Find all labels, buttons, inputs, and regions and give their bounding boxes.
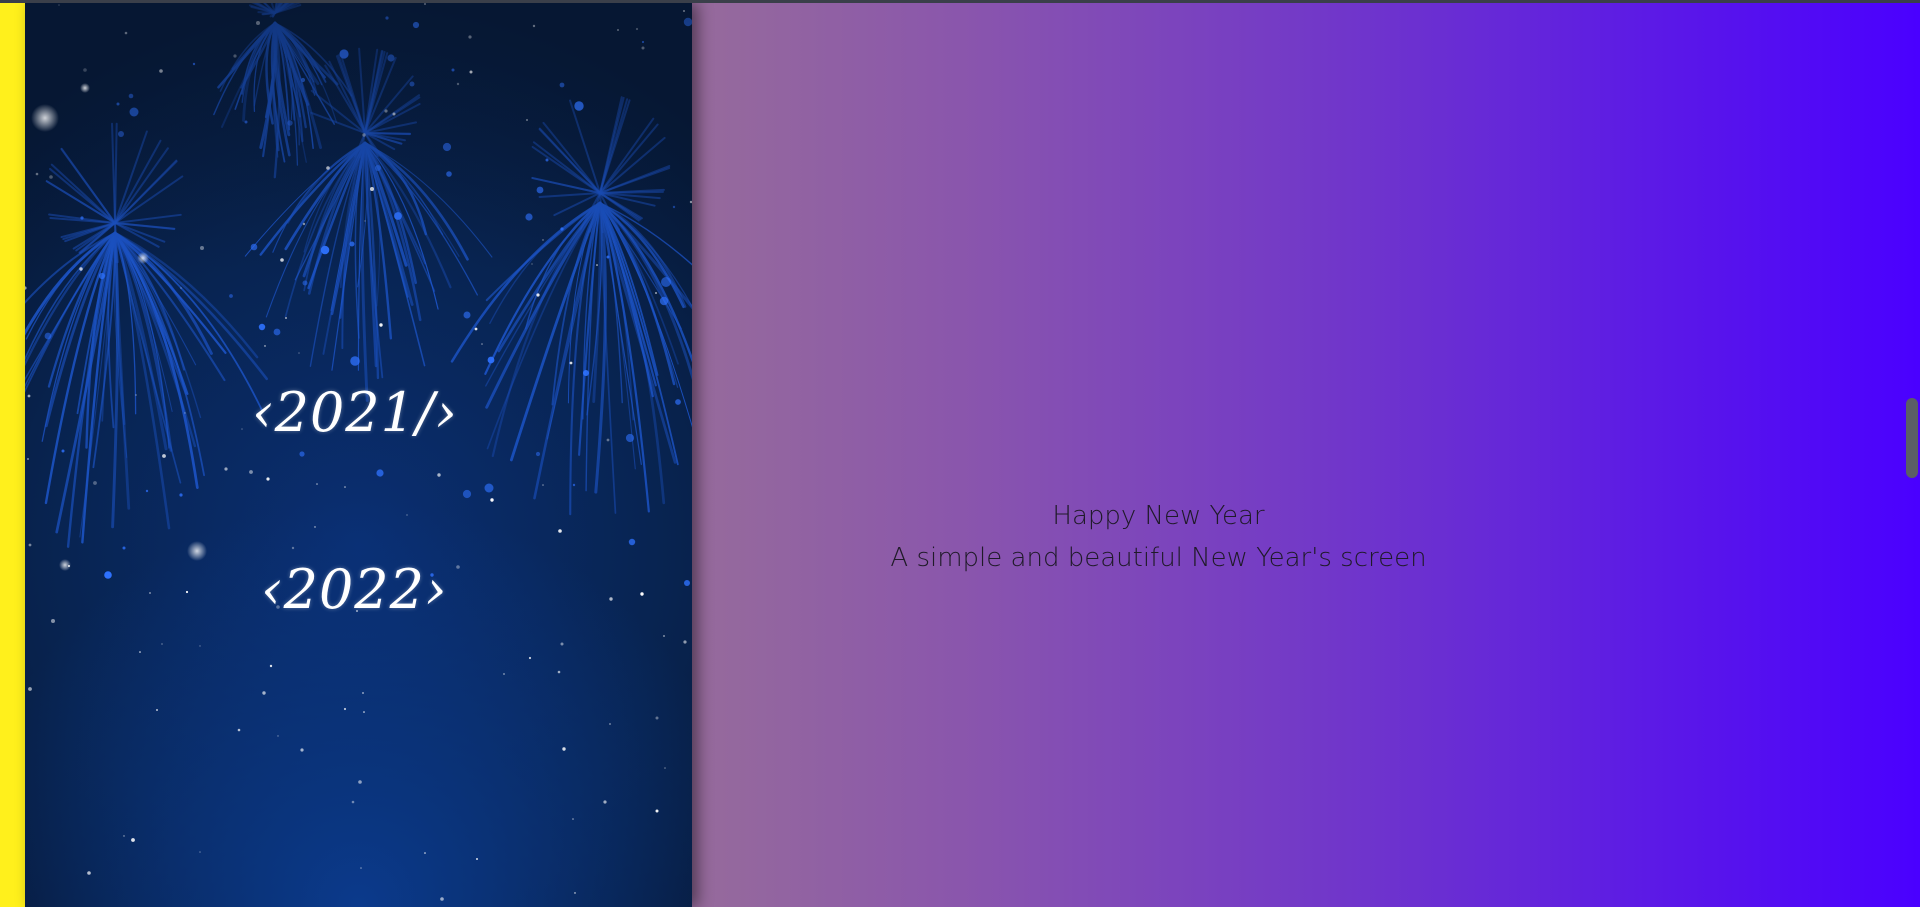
greeting-block: Happy New Year A simple and beautiful Ne… [692, 495, 1625, 579]
fireworks-poster: ‹2021/› ‹2022› [25, 3, 692, 907]
scrollbar-thumb[interactable] [1906, 398, 1918, 478]
greeting-title: Happy New Year [1052, 501, 1265, 531]
year-2022-text: ‹2022› [261, 558, 448, 621]
year-2021-text: ‹2021/› [252, 381, 458, 444]
left-accent-strip [0, 0, 25, 907]
window-top-border [0, 0, 1920, 3]
greeting-subtitle: A simple and beautiful New Year's screen [890, 543, 1427, 573]
fireworks-icon [25, 3, 692, 907]
